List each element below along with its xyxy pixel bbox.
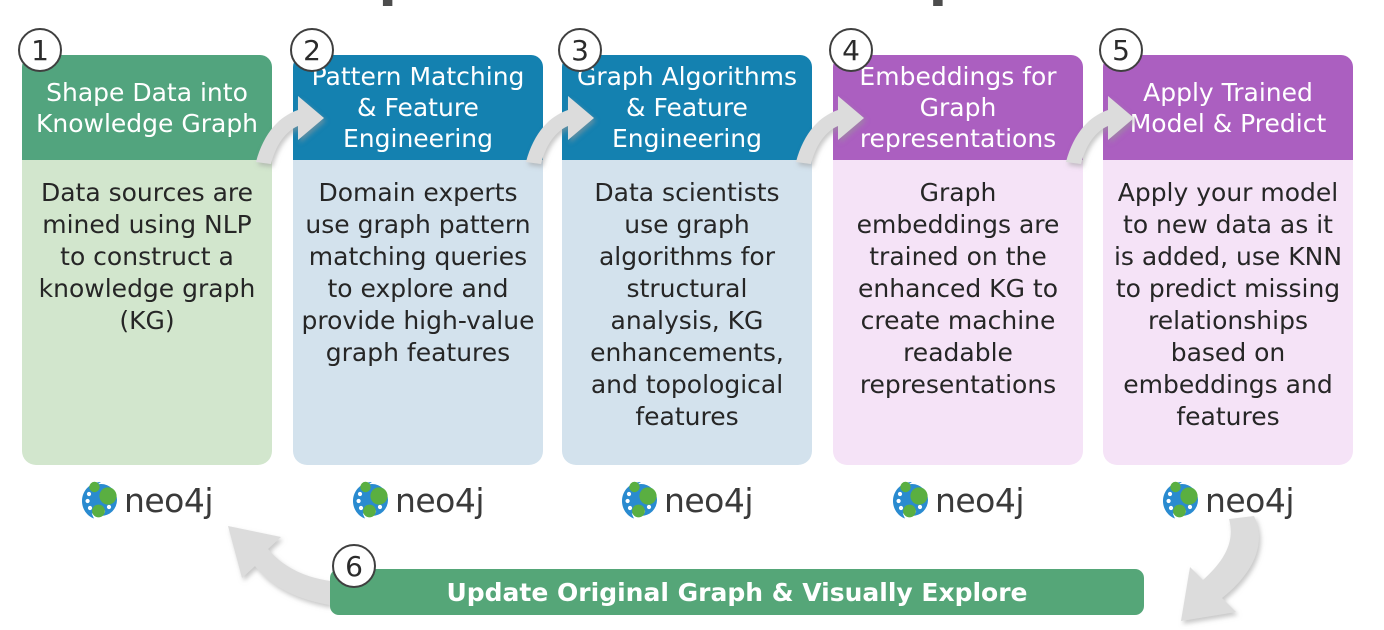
step-card-2[interactable]: Pattern Matching & Feature Engineering D… (293, 55, 543, 465)
pipeline-diagram: Graph Data Science Pipeline Shape Data i… (0, 0, 1384, 630)
neo4j-wordmark-5: neo4j (1204, 480, 1295, 520)
step-number-2: 2 (290, 28, 334, 72)
step-number-4: 4 (829, 28, 873, 72)
step-card-2-body: Domain experts use graph pattern matchin… (293, 160, 543, 465)
page-title: Graph Data Science Pipeline (0, 0, 1384, 6)
loop-arrow-down-right (1181, 516, 1259, 621)
step-card-4-title: Embeddings for Graph representations (833, 55, 1083, 160)
neo4j-logo-2: neo4j (293, 477, 543, 523)
step-number-1: 1 (18, 28, 62, 72)
step-card-3[interactable]: Graph Algorithms & Feature Engineering D… (562, 55, 812, 465)
neo4j-logo-4: neo4j (833, 477, 1083, 523)
neo4j-wordmark-4: neo4j (934, 480, 1025, 520)
neo4j-mark-icon (81, 481, 117, 519)
neo4j-logo-5: neo4j (1103, 477, 1353, 523)
step-card-4-body: Graph embeddings are trained on the enha… (833, 160, 1083, 465)
neo4j-mark-icon (621, 481, 657, 519)
neo4j-mark-icon (352, 481, 388, 519)
neo4j-wordmark-2: neo4j (394, 480, 485, 520)
step-card-1-body: Data sources are mined using NLP to cons… (22, 160, 272, 465)
step-card-3-body: Data scientists use graph algorithms for… (562, 160, 812, 465)
step-card-3-title: Graph Algorithms & Feature Engineering (562, 55, 812, 160)
step-card-1-title: Shape Data into Knowledge Graph (22, 55, 272, 160)
step-card-4[interactable]: Embeddings for Graph representations Gra… (833, 55, 1083, 465)
bottom-bar-update-graph[interactable]: Update Original Graph & Visually Explore (330, 569, 1144, 615)
step-number-6: 6 (332, 544, 376, 588)
neo4j-mark-icon (892, 481, 928, 519)
step-card-2-title: Pattern Matching & Feature Engineering (293, 55, 543, 160)
neo4j-logo-3: neo4j (562, 477, 812, 523)
step-card-5[interactable]: Apply Trained Model & Predict Apply your… (1103, 55, 1353, 465)
step-card-5-body: Apply your model to new data as it is ad… (1103, 160, 1353, 465)
step-card-5-title: Apply Trained Model & Predict (1103, 55, 1353, 160)
bottom-bar-label: Update Original Graph & Visually Explore (446, 577, 1028, 607)
step-number-3: 3 (558, 28, 602, 72)
step-number-5: 5 (1099, 28, 1143, 72)
step-card-1[interactable]: Shape Data into Knowledge Graph Data sou… (22, 55, 272, 465)
neo4j-mark-icon (1162, 481, 1198, 519)
neo4j-wordmark-3: neo4j (663, 480, 754, 520)
neo4j-logo-1: neo4j (22, 477, 272, 523)
neo4j-wordmark-1: neo4j (123, 480, 214, 520)
loop-arrow-up-left (228, 526, 330, 605)
